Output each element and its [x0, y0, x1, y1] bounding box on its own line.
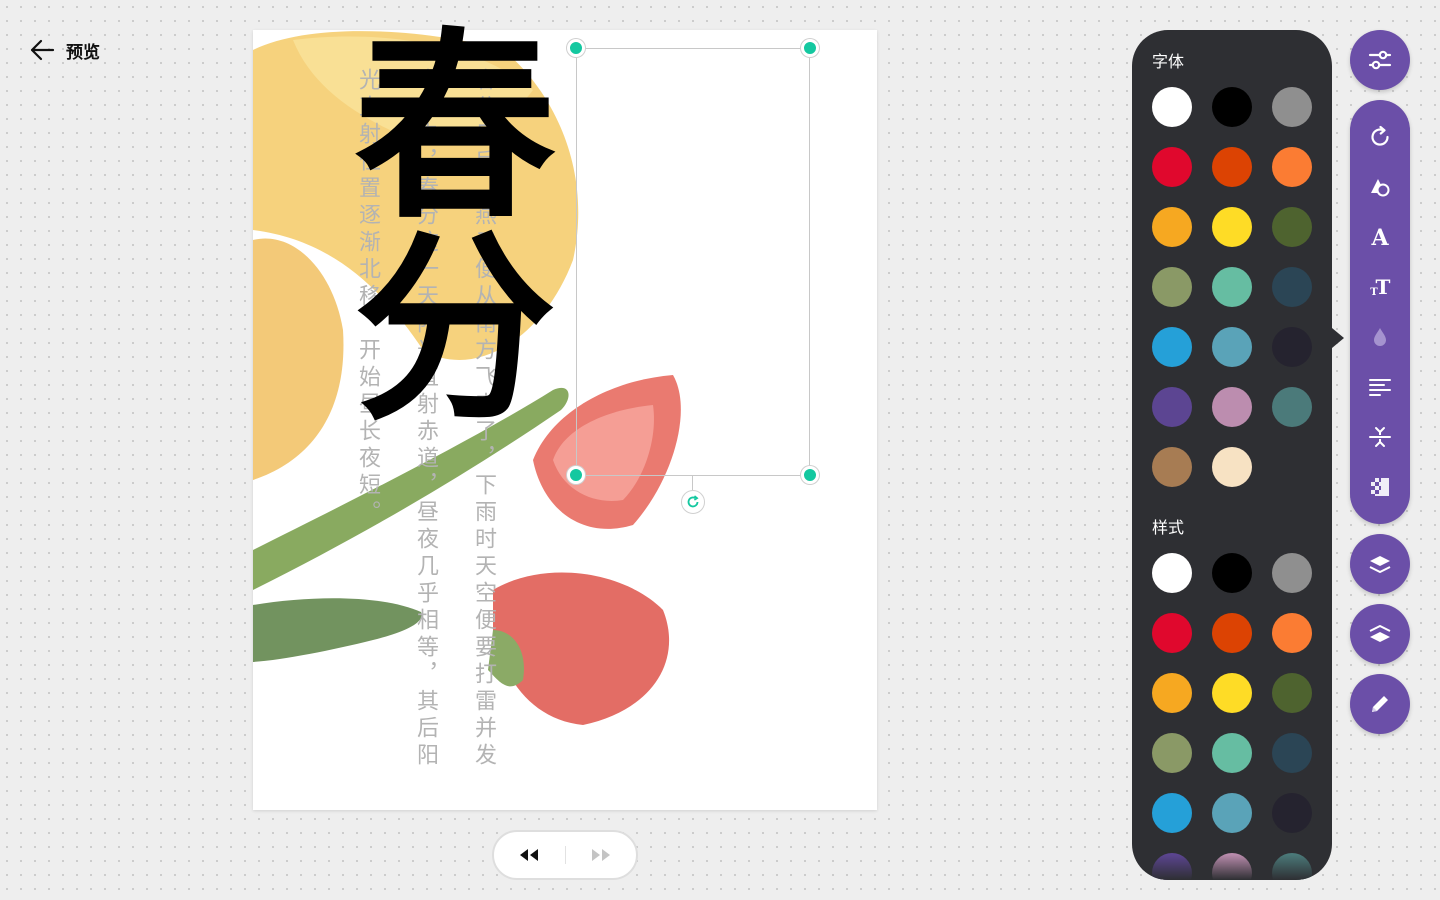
text-size-tool[interactable]: T T [1350, 267, 1410, 307]
style-color-swatch[interactable] [1212, 793, 1252, 833]
rotate-tool[interactable] [1350, 117, 1410, 157]
style-color-swatch[interactable] [1272, 793, 1312, 833]
font-color-swatch[interactable] [1212, 87, 1252, 127]
style-color-swatch[interactable] [1272, 553, 1312, 593]
resize-handle-top-left[interactable] [567, 39, 585, 57]
style-color-swatch[interactable] [1152, 733, 1192, 773]
rewind-icon [520, 849, 538, 861]
text-size-icon: T T [1370, 275, 1391, 299]
arrow-left-icon [30, 39, 55, 61]
line-spacing-tool[interactable] [1350, 417, 1410, 457]
font-color-grid [1152, 87, 1312, 487]
font-color-swatch[interactable] [1152, 87, 1192, 127]
font-color-swatch[interactable] [1152, 147, 1192, 187]
rotate-icon [1371, 125, 1389, 146]
font-tool[interactable]: A [1350, 217, 1410, 257]
shape-icon [1371, 179, 1390, 197]
style-color-swatch[interactable] [1212, 613, 1252, 653]
edit-button[interactable] [1350, 674, 1410, 734]
font-color-swatch[interactable] [1272, 147, 1312, 187]
transparency-icon [1371, 478, 1389, 496]
style-color-swatch[interactable] [1212, 553, 1252, 593]
back-label: 预览 [66, 42, 100, 63]
font-color-swatch[interactable] [1152, 207, 1192, 247]
previous-page-button[interactable] [516, 845, 542, 865]
style-color-swatch[interactable] [1272, 853, 1312, 880]
font-color-swatch[interactable] [1272, 207, 1312, 247]
svg-text:T: T [1376, 275, 1391, 299]
style-color-swatch[interactable] [1212, 853, 1252, 880]
rotate-connector [692, 476, 693, 490]
back-button[interactable]: 预览 [28, 36, 100, 64]
font-color-swatch[interactable] [1212, 327, 1252, 367]
font-icon: A [1370, 225, 1389, 250]
font-color-swatch[interactable] [1212, 207, 1252, 247]
style-color-swatch[interactable] [1152, 793, 1192, 833]
font-color-swatch[interactable] [1272, 387, 1312, 427]
style-color-swatch[interactable] [1152, 673, 1192, 713]
transparency-tool[interactable] [1350, 467, 1410, 507]
font-color-swatch[interactable] [1272, 267, 1312, 307]
layer-down-icon [1369, 625, 1391, 642]
font-color-swatch[interactable] [1212, 387, 1252, 427]
font-color-swatch[interactable] [1212, 267, 1252, 307]
next-page-button[interactable] [588, 845, 614, 865]
style-color-swatch[interactable] [1212, 673, 1252, 713]
resize-handle-top-right[interactable] [801, 39, 819, 57]
opacity-tool[interactable] [1350, 317, 1410, 357]
style-color-grid [1152, 553, 1312, 880]
sliders-icon [1368, 50, 1392, 70]
style-color-swatch[interactable] [1152, 853, 1192, 880]
font-color-swatch[interactable] [1272, 87, 1312, 127]
settings-button[interactable] [1350, 30, 1410, 90]
layer-up-icon [1369, 556, 1391, 573]
panel-pointer-arrow [1332, 328, 1344, 348]
font-color-swatch[interactable] [1212, 447, 1252, 487]
resize-handle-bottom-right[interactable] [801, 466, 819, 484]
edit-pencil-icon [1372, 696, 1388, 712]
shape-tool[interactable] [1350, 167, 1410, 207]
font-color-title: 字体 [1152, 52, 1185, 71]
fast-forward-icon [592, 849, 610, 861]
style-color-swatch[interactable] [1212, 733, 1252, 773]
style-color-swatch[interactable] [1152, 613, 1192, 653]
rotate-handle[interactable] [681, 490, 705, 514]
line-spacing-icon [1369, 427, 1391, 447]
opacity-drop-icon [1374, 328, 1386, 346]
page-navigator [492, 830, 638, 880]
color-panel: 字体 样式 [1132, 30, 1332, 880]
title-text[interactable]: 春分 [320, 20, 558, 424]
font-color-swatch[interactable] [1212, 147, 1252, 187]
pager-divider [564, 846, 566, 864]
layer-up-button[interactable] [1350, 534, 1410, 594]
font-color-swatch[interactable] [1152, 387, 1192, 427]
rotate-small-icon [687, 495, 699, 508]
font-color-swatch[interactable] [1152, 267, 1192, 307]
layer-down-button[interactable] [1350, 604, 1410, 664]
font-color-swatch[interactable] [1152, 447, 1192, 487]
text-tool-bar: A T T [1350, 100, 1410, 524]
style-color-title: 样式 [1152, 518, 1185, 537]
font-color-swatch[interactable] [1272, 327, 1312, 367]
style-color-swatch[interactable] [1152, 553, 1192, 593]
style-color-swatch[interactable] [1272, 613, 1312, 653]
style-color-swatch[interactable] [1272, 733, 1312, 773]
style-color-swatch[interactable] [1272, 673, 1312, 713]
resize-handle-bottom-left[interactable] [567, 466, 585, 484]
align-left-icon [1369, 379, 1391, 396]
font-color-swatch[interactable] [1152, 327, 1192, 367]
align-tool[interactable] [1350, 367, 1410, 407]
svg-text:A: A [1370, 225, 1389, 250]
